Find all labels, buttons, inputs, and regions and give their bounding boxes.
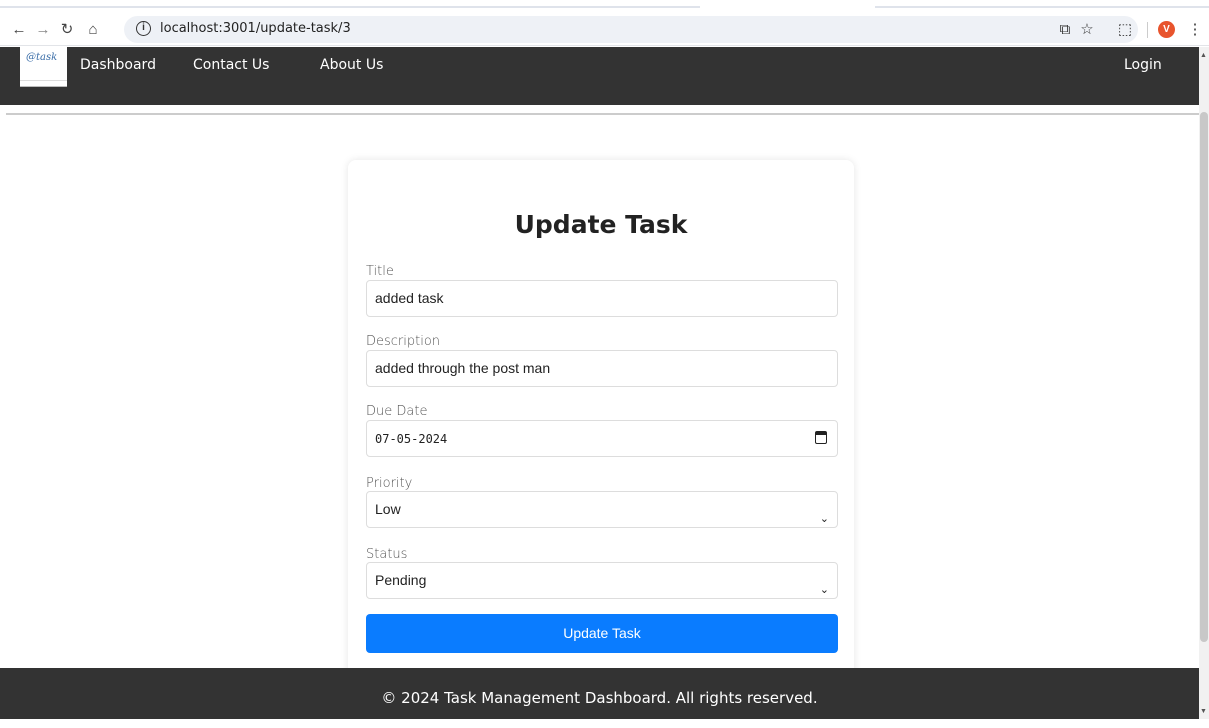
page-footer: © 2024 Task Management Dashboard. All ri… [0, 668, 1199, 719]
priority-select[interactable]: Low ⌄ [366, 491, 838, 528]
nav-link-about-us[interactable]: About Us [320, 57, 383, 73]
chevron-down-icon: ⌄ [819, 584, 829, 596]
tab-strip [0, 6, 1209, 8]
install-app-icon[interactable]: ⧉ [1054, 18, 1076, 40]
profile-avatar[interactable]: V [1158, 21, 1175, 38]
site-info-icon[interactable]: i [136, 21, 151, 36]
toolbar-separator [1147, 22, 1148, 38]
app-navbar: @task Dashboard Contact Us About Us Logi… [0, 47, 1199, 105]
title-input[interactable]: added task [366, 280, 838, 317]
priority-label: Priority [366, 476, 413, 491]
app-logo[interactable]: @task [20, 47, 67, 87]
update-task-button[interactable]: Update Task [366, 614, 838, 653]
description-label: Description [366, 334, 441, 349]
logo-text: @task [26, 52, 58, 63]
scrollbar-thumb[interactable] [1200, 112, 1208, 642]
due-date-label: Due Date [366, 404, 428, 419]
browser-toolbar: ← → ↻ ⌂ i localhost:3001/update-task/3 ⧉… [0, 0, 1209, 46]
priority-value: Low [375, 501, 401, 517]
scroll-down-icon[interactable]: ▼ [1200, 708, 1207, 715]
bookmark-star-icon[interactable]: ☆ [1076, 18, 1098, 40]
logo-divider [20, 80, 67, 81]
page-title: Update Task [514, 210, 688, 239]
forward-icon[interactable]: → [32, 18, 54, 40]
chevron-down-icon: ⌄ [819, 513, 829, 525]
nav-link-contact-us[interactable]: Contact Us [193, 57, 269, 73]
nav-link-login[interactable]: Login [1124, 57, 1162, 73]
reload-icon[interactable]: ↻ [56, 18, 78, 40]
due-date-input[interactable]: 07-05-2024 [366, 420, 838, 457]
status-select[interactable]: Pending ⌄ [366, 562, 838, 599]
description-input[interactable]: added through the post man [366, 350, 838, 387]
url-text[interactable]: localhost:3001/update-task/3 [160, 21, 351, 36]
calendar-icon[interactable] [815, 431, 827, 444]
due-date-value: 07-05-2024 [375, 432, 448, 446]
scroll-up-icon[interactable]: ▲ [1200, 52, 1207, 59]
title-label: Title [366, 264, 394, 279]
home-icon[interactable]: ⌂ [82, 18, 104, 40]
status-label: Status [366, 547, 408, 562]
page-divider [6, 113, 1199, 115]
back-icon[interactable]: ← [8, 18, 30, 40]
status-value: Pending [375, 572, 427, 588]
nav-link-dashboard[interactable]: Dashboard [80, 57, 156, 73]
extensions-icon[interactable]: ⬚ [1114, 18, 1136, 40]
menu-kebab-icon[interactable]: ⋮ [1184, 18, 1206, 40]
